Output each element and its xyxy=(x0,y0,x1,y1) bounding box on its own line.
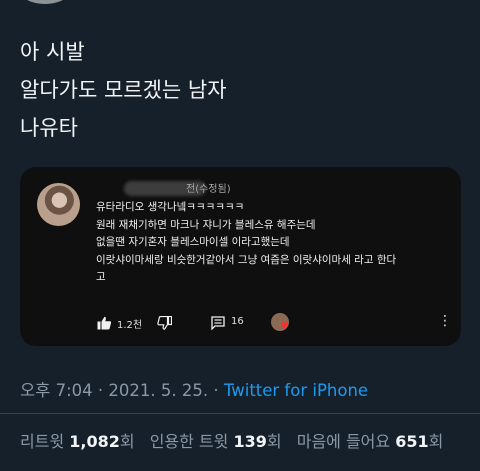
tweet-source-link[interactable]: Twitter for iPhone xyxy=(224,381,368,400)
retweets-unit: 회 xyxy=(119,432,135,451)
reply-count: 16 xyxy=(231,316,244,327)
tweet-timestamp-row: 오후 7:04 · 2021. 5. 25. · Twitter for iPh… xyxy=(20,377,368,401)
comment-edited-meta: 전(수정됨) xyxy=(186,184,231,195)
tweet-line: 알다가도 모르겠는 남자 xyxy=(20,78,227,102)
separator: · xyxy=(92,381,109,400)
comment-icon[interactable] xyxy=(211,316,225,330)
comment-line: 유타라디오 생각나넼ㅋㅋㅋㅋㅋㅋ xyxy=(96,201,245,213)
comment-actions: 1.2천 16 ♥ ⋮ xyxy=(20,312,461,334)
divider xyxy=(0,413,480,414)
retweets-label: 리트윗 xyxy=(20,432,65,451)
comment-line: 이랏샤이마세랑 비슷한거같아서 그냥 여즘은 이랏샤이마세 라고 한다 xyxy=(96,253,397,266)
comment-line: 없을땐 자기혼자 블레스마이셀 이라고했는데 xyxy=(96,236,290,248)
quotes-label: 인용한 트윗 xyxy=(149,432,229,451)
thumbs-down-icon[interactable] xyxy=(157,316,172,330)
commenter-avatar xyxy=(37,183,80,226)
like-count: 1.2천 xyxy=(117,320,143,331)
quotes-unit: 회 xyxy=(266,432,282,451)
comment-text: 유타라디오 생각나넼ㅋㅋㅋㅋㅋㅋ 원래 재채기하면 마크나 쟈니가 블레스유 해… xyxy=(96,199,452,287)
quotes-count[interactable]: 139 xyxy=(233,432,266,451)
tweet-time: 오후 7:04 xyxy=(20,381,93,400)
retweets-count[interactable]: 1,082 xyxy=(69,432,120,451)
author-avatar[interactable] xyxy=(22,0,68,4)
comment-line: 고 xyxy=(96,271,106,283)
thumbs-up-icon xyxy=(97,316,112,330)
separator: · xyxy=(208,381,224,400)
tweet-text: 아 시발 알다가도 모르겠는 남자 나유타 xyxy=(20,33,460,147)
likes-unit: 회 xyxy=(428,432,444,451)
likes-label: 마음에 들어요 xyxy=(296,432,391,451)
tweet-date: 2021. 5. 25. xyxy=(108,381,209,400)
comment-line: 원래 재채기하면 마크나 쟈니가 블레스유 해주는데 xyxy=(96,218,316,231)
heart-icon: ♥ xyxy=(280,321,289,332)
likes-count[interactable]: 651 xyxy=(395,432,428,451)
tweet-line: 나유타 xyxy=(20,116,78,140)
more-vertical-icon[interactable]: ⋮ xyxy=(438,314,452,328)
embedded-comment-screenshot[interactable]: 전(수정됨) 유타라디오 생각나넼ㅋㅋㅋㅋㅋㅋ 원래 재채기하면 마크나 쟈니가… xyxy=(20,167,461,346)
tweet-stats: 리트윗 1,082회 인용한 트윗 139회 마음에 들어요 651회 xyxy=(20,428,443,452)
tweet-line: 아 시발 xyxy=(20,40,85,64)
